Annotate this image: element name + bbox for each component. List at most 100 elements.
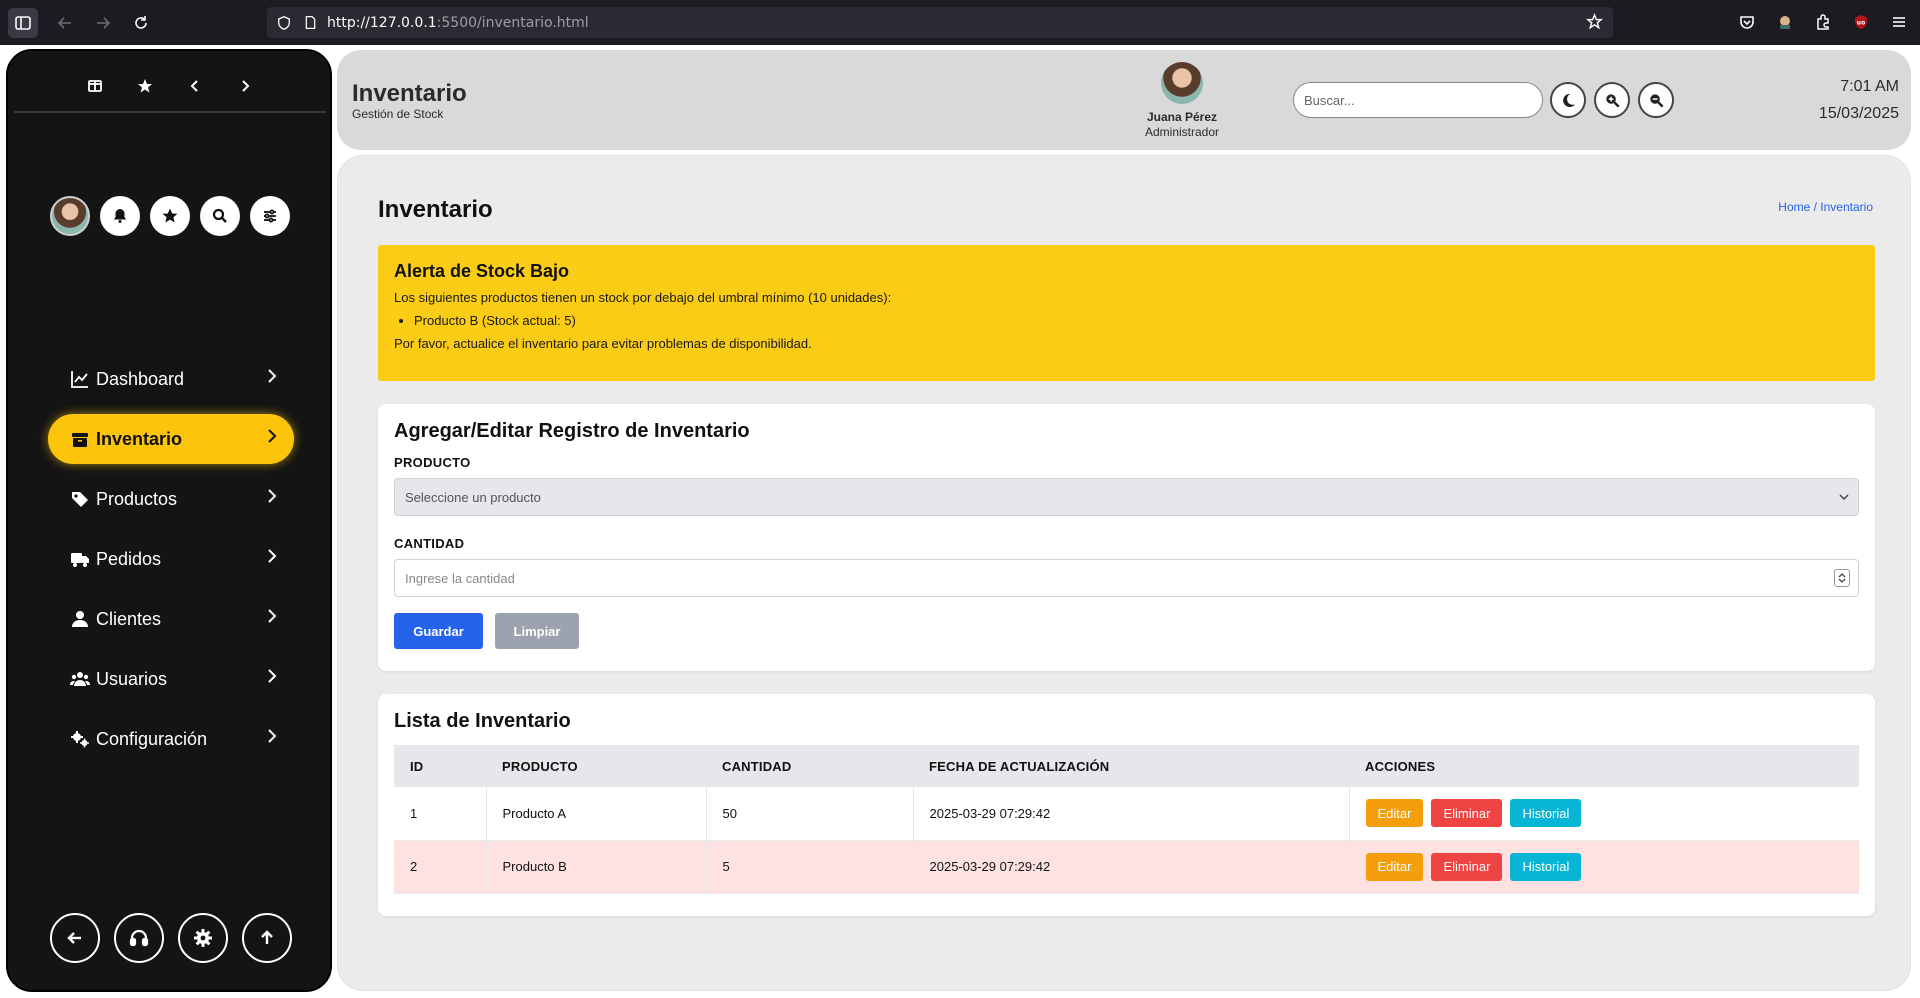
column-header: FECHA DE ACTUALIZACIÓN [929,758,1110,774]
table-title: Lista de Inventario [394,710,571,732]
chevron-down-icon [1839,494,1849,501]
sidebar-toggle-icon[interactable] [8,7,38,38]
sidebar-item-label: Inventario [96,428,183,449]
quantity-input[interactable]: Ingrese la cantidad [394,559,1859,597]
extension-avatar-icon[interactable] [1770,7,1800,37]
sidebar-item-configuracion[interactable]: Configuración [48,714,294,764]
column-header: ACCIONES [1365,758,1436,774]
headset-icon[interactable] [114,913,164,963]
sidebar-item-productos[interactable]: Productos [48,474,294,524]
star-icon[interactable] [132,73,158,99]
user-profile[interactable]: Juana Pérez Administrador [1117,62,1247,139]
extensions-puzzle-icon[interactable] [1808,7,1838,37]
chevron-right-icon[interactable] [232,73,258,99]
cell-quantity: 50 [706,787,914,841]
ublock-icon[interactable]: uo [1846,7,1876,37]
inventory-table: ID PRODUCTO CANTIDAD FECHA DE ACTUALIZAC… [394,745,1859,894]
delete-button[interactable]: Eliminar [1431,852,1503,881]
cell-product: Producto B [486,840,707,894]
sidebar-item-label: Dashboard [96,368,185,389]
product-select[interactable]: Seleccione un producto [394,478,1859,516]
zoom-out-icon[interactable] [1638,82,1674,118]
column-header: ID [410,758,424,774]
address-bar[interactable]: http://127.0.0.1:5500/inventario.html [267,7,1613,38]
sidebar-quick-actions [50,196,290,236]
save-button[interactable]: Guardar [394,613,483,649]
header-date: 15/03/2025 [1818,105,1899,122]
box-icon [70,429,92,449]
search-input[interactable] [1293,82,1543,118]
quantity-label: CANTIDAD [394,536,465,551]
bookmark-star-icon[interactable] [1586,12,1603,35]
user-icon [70,609,92,629]
inventory-list-card: Lista de Inventario ID PRODUCTO CANTIDAD… [378,694,1875,916]
cell-actions: Editar Eliminar Historial [1349,840,1859,894]
avatar[interactable] [50,196,90,236]
page-icon [301,14,319,32]
arrow-left-icon[interactable] [50,913,100,963]
chevron-right-icon [268,369,277,383]
sidebar-item-label: Productos [96,488,178,509]
chevron-right-icon [268,609,277,623]
table-header-row: ID PRODUCTO CANTIDAD FECHA DE ACTUALIZAC… [394,745,1859,787]
avatar[interactable] [1161,62,1203,104]
cell-quantity: 5 [706,840,914,894]
column-header: PRODUCTO [502,758,578,774]
layout-columns-icon[interactable] [82,73,108,99]
history-button[interactable]: Historial [1510,799,1582,828]
reload-icon[interactable] [126,8,156,38]
low-stock-alert: Alerta de Stock Bajo Los siguientes prod… [378,245,1875,381]
chevron-right-icon [268,429,277,443]
sidebar-nav: Dashboard Inventario Productos Pedidos C… [48,354,294,774]
forward-icon[interactable] [88,8,118,38]
sidebar-item-clientes[interactable]: Clientes [48,594,294,644]
breadcrumb[interactable]: Home / Inventario [1778,200,1873,214]
cell-id: 1 [394,787,487,841]
alert-footer: Por favor, actualice el inventario para … [394,336,812,351]
inventory-form-card: Agregar/Editar Registro de Inventario PR… [378,404,1875,671]
hamburger-menu-icon[interactable] [1884,7,1914,37]
moon-icon[interactable] [1550,82,1586,118]
alert-list-item: Producto B (Stock actual: 5) [414,313,1859,328]
header-time: 7:01 AM [1840,78,1899,95]
back-icon[interactable] [50,8,80,38]
browser-toolbar: http://127.0.0.1:5500/inventario.html uo [0,0,1920,45]
chevron-right-icon [268,549,277,563]
sidebar-item-pedidos[interactable]: Pedidos [48,534,294,584]
sidebar-item-label: Configuración [96,728,208,749]
history-button[interactable]: Historial [1510,852,1582,881]
chart-line-icon [70,369,92,389]
edit-button[interactable]: Editar [1365,799,1424,828]
users-icon [70,669,92,689]
main-content: Inventario Home / Inventario Alerta de S… [337,155,1911,991]
sidebar-item-usuarios[interactable]: Usuarios [48,654,294,704]
arrow-up-icon[interactable] [242,913,292,963]
sliders-icon[interactable] [250,196,290,236]
star-icon[interactable] [150,196,190,236]
table-row: 2 Producto B 5 2025-03-29 07:29:42 Edita… [394,840,1859,894]
sidebar-item-label: Pedidos [96,548,162,569]
user-role: Administrador [1144,125,1220,139]
bell-icon[interactable] [100,196,140,236]
form-title: Agregar/Editar Registro de Inventario [394,420,750,442]
user-name: Juana Pérez [1146,110,1218,124]
svg-text:uo: uo [1857,20,1865,27]
edit-button[interactable]: Editar [1365,852,1424,881]
delete-button[interactable]: Eliminar [1431,799,1503,828]
sidebar-item-dashboard[interactable]: Dashboard [48,354,294,404]
chevron-right-icon [268,729,277,743]
form-buttons: Guardar Limpiar [394,613,1859,649]
url-text: http://127.0.0.1:5500/inventario.html [327,14,589,31]
pocket-icon[interactable] [1732,7,1762,37]
cell-actions: Editar Eliminar Historial [1349,787,1859,841]
quantity-stepper[interactable] [1834,569,1850,587]
chevron-left-icon[interactable] [182,73,208,99]
zoom-in-icon[interactable] [1594,82,1630,118]
sidebar-item-inventario[interactable]: Inventario [48,414,294,464]
gears-icon [70,729,92,749]
cell-product: Producto A [486,787,707,841]
search-icon[interactable] [200,196,240,236]
gear-icon[interactable] [178,913,228,963]
sidebar-top-toolbar [14,61,326,113]
clear-button[interactable]: Limpiar [495,613,579,649]
